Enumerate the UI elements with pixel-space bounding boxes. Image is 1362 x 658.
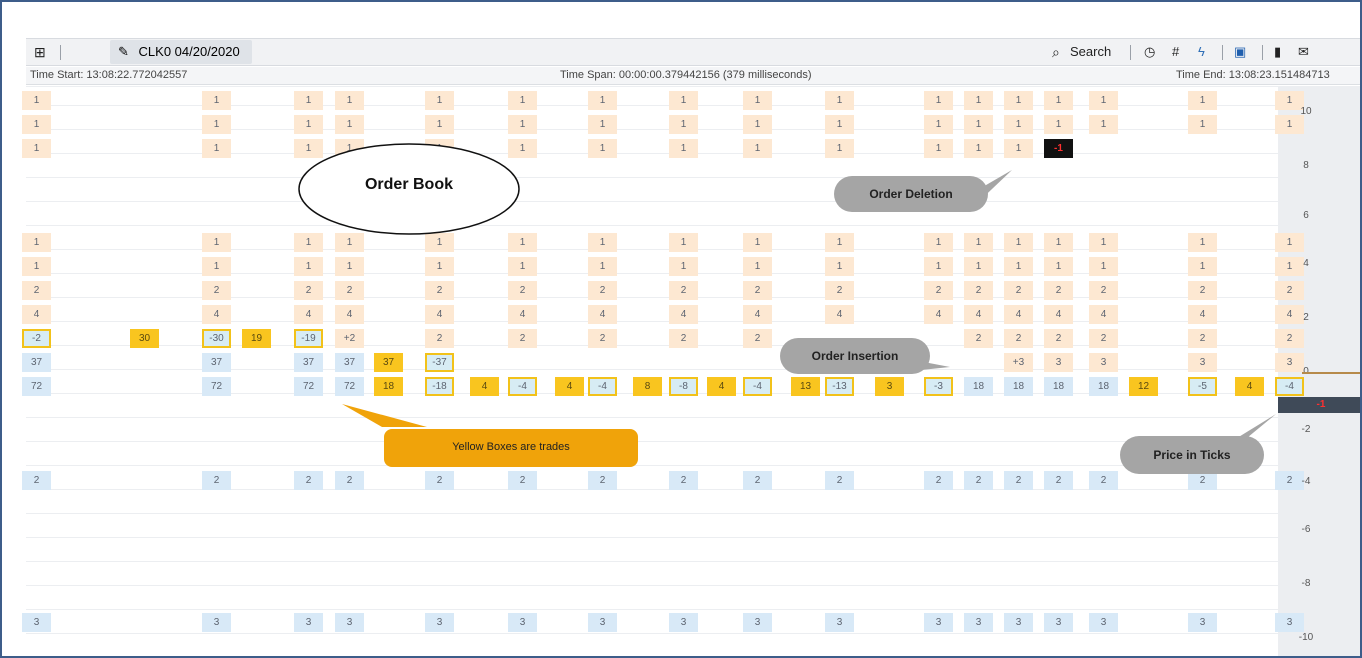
order-insertion-label: Order Insertion xyxy=(811,349,899,363)
order-book-label: Order Book xyxy=(364,176,453,193)
price-in-ticks-label: Price in Ticks xyxy=(1153,448,1231,462)
trades-pointer xyxy=(342,404,427,427)
annotation-layer xyxy=(298,143,1276,474)
app-frame: ⊞ ✎ CLK0 04/20/2020 ⌕ Search ◷ # ϟ ▣ ▮ ✉… xyxy=(0,0,1362,658)
trades-label: Yellow Boxes are trades xyxy=(452,441,570,453)
order-deletion-label: Order Deletion xyxy=(869,187,953,201)
